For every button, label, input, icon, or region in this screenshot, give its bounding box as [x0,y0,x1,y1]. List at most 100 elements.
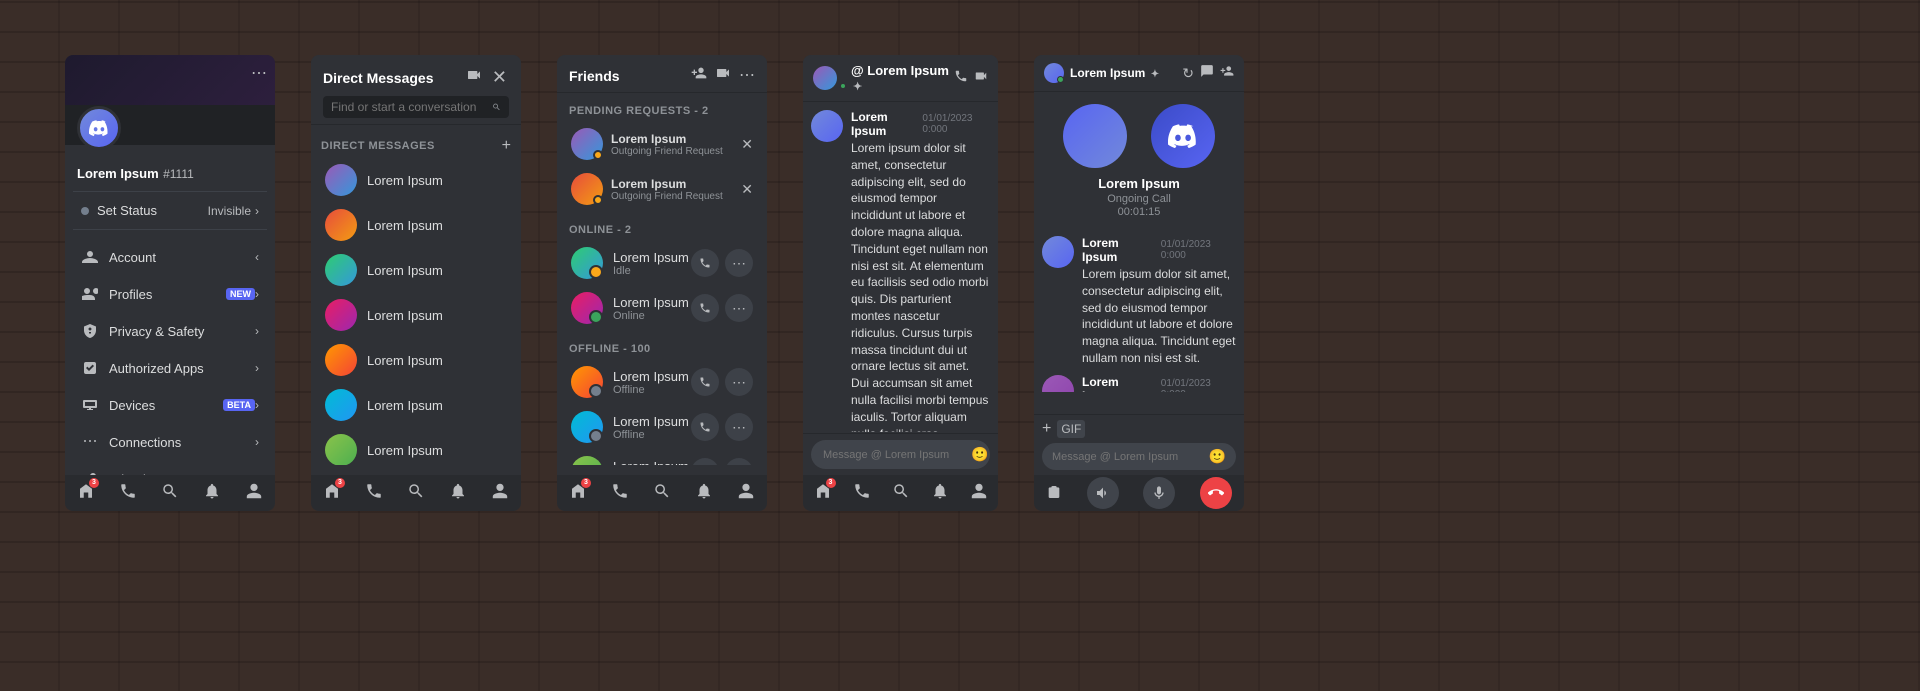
pending-item[interactable]: Lorem Ipsum Outgoing Friend Request ✕ [561,167,763,211]
dm-panel: Direct Messages ✕ Direct Messages [311,55,521,511]
close-pending-icon[interactable]: ✕ [741,136,753,153]
badge: 3 [335,478,345,488]
dm-search-bar[interactable] [323,96,509,118]
end-call-button[interactable] [1200,477,1232,509]
call-screen-icon[interactable] [1046,484,1062,503]
bell-bar-icon[interactable] [449,482,467,505]
call-friend-button[interactable] [691,458,719,465]
call-input-bar[interactable]: 🙂 [1042,443,1236,470]
dm-item[interactable]: Lorem Ipsum [315,383,517,427]
badge: 3 [826,478,836,488]
sidebar-item-account[interactable]: Account ‹ [69,239,271,275]
dm-item[interactable]: Lorem Ipsum [315,428,517,465]
call-timer: 00:01:15 [1118,206,1161,218]
chat-header-avatar [813,66,837,90]
privacy-label: Privacy & Safety [109,324,255,339]
sidebar-item-profiles[interactable]: Profiles NEW › [69,276,271,312]
more-friend-button[interactable]: ⋯ [725,368,753,396]
video-header-icon[interactable] [974,69,988,88]
person-bar-icon[interactable] [491,482,509,505]
friend-item[interactable]: Lorem Ipsum Online ⋯ [561,286,763,330]
call-gif-icon[interactable]: GIF [1057,420,1085,438]
sidebar-item-authorized-apps[interactable]: Authorized Apps › [69,350,271,386]
chevron-icon: › [255,287,259,301]
bell-bar-icon[interactable] [203,482,221,505]
person-bar-icon[interactable] [737,482,755,505]
person-bar-icon[interactable] [245,482,263,505]
call-message-input[interactable] [1052,451,1209,463]
search-bar-icon[interactable] [407,482,425,505]
friend-item[interactable]: Lorem Ipsum Idle ⋯ [561,241,763,285]
dm-item[interactable]: Lorem Ipsum [315,158,517,202]
close-pending-icon[interactable]: ✕ [741,181,753,198]
add-friend-icon[interactable] [691,65,707,86]
call-friend-button[interactable] [691,294,719,322]
call-emoji-icon[interactable]: 🙂 [1209,448,1226,465]
friends-more-icon[interactable]: ⋯ [739,65,755,86]
more-options-button[interactable]: ⋯ [251,63,267,83]
mic-button[interactable] [1143,477,1175,509]
sidebar-item-connections[interactable]: Connections › [69,424,271,460]
search-bar-icon[interactable] [892,482,910,505]
phone-bar-icon[interactable] [611,482,629,505]
friend-status: Online [613,310,691,322]
call-add-user-icon[interactable] [1220,64,1234,83]
dm-search-input[interactable] [331,100,486,114]
more-friend-button[interactable]: ⋯ [725,249,753,277]
speaker-button[interactable] [1087,477,1119,509]
dm-section-label: Direct Messages [321,140,435,152]
pending-item[interactable]: Lorem Ipsum Outgoing Friend Request ✕ [561,122,763,166]
dm-username: Lorem Ipsum [367,218,443,233]
profiles-label: Profiles [109,287,222,302]
more-friend-button[interactable]: ⋯ [725,458,753,465]
video-icon[interactable] [464,65,484,90]
friend-avatar [571,292,603,324]
home-bar-icon[interactable]: 3 [814,482,832,505]
set-status-item[interactable]: Set Status Invisible › [69,196,271,225]
friends-title: Friends [569,68,620,84]
call-chat-icon[interactable] [1200,64,1214,83]
dm-item[interactable]: Lorem Ipsum [315,338,517,382]
phone-bar-icon[interactable] [853,482,871,505]
more-friend-button[interactable]: ⋯ [725,413,753,441]
dm-item[interactable]: Lorem Ipsum [315,248,517,292]
call-friend-button[interactable] [691,413,719,441]
add-dm-button[interactable]: + [502,137,511,155]
add-dm-icon[interactable]: ✕ [490,65,509,90]
more-friend-button[interactable]: ⋯ [725,294,753,322]
chevron-icon: › [255,204,259,218]
chevron-icon: › [255,324,259,338]
call-chat-messages: Lorem Ipsum 01/01/2023 0:000 Lorem ipsum… [1034,232,1244,392]
search-bar-icon[interactable] [161,482,179,505]
home-bar-icon[interactable]: 3 [569,482,587,505]
call-add-icon[interactable]: + [1042,420,1051,438]
phone-bar-icon[interactable] [119,482,137,505]
chat-message-input[interactable] [823,449,965,461]
dm-item[interactable]: Lorem Ipsum [315,203,517,247]
chat-input-bar[interactable]: 🙂 [811,440,990,469]
friend-item[interactable]: Lorem Ipsum Offline ⋯ [561,405,763,449]
friends-video-icon[interactable] [715,65,731,86]
call-refresh-icon[interactable]: ↻ [1182,65,1194,82]
friend-item[interactable]: Lorem Ipsum Offline ⋯ [561,450,763,465]
phone-bar-icon[interactable] [365,482,383,505]
message-avatar [811,110,843,142]
dm-item[interactable]: Lorem Ipsum [315,293,517,337]
friend-item[interactable]: Lorem Ipsum Offline ⋯ [561,360,763,404]
search-bar-icon[interactable] [653,482,671,505]
person-bar-icon[interactable] [970,482,988,505]
phone-header-icon[interactable] [954,69,968,88]
emoji-icon[interactable]: 🙂 [971,446,988,463]
bell-bar-icon[interactable] [695,482,713,505]
profiles-icon [81,285,99,303]
home-bar-icon[interactable]: 3 [77,482,95,505]
dm-avatar [325,164,357,196]
sidebar-item-devices[interactable]: Devices BETA › [69,387,271,423]
call-friend-button[interactable] [691,368,719,396]
sidebar-item-privacy-safety[interactable]: Privacy & Safety › [69,313,271,349]
home-bar-icon[interactable]: 3 [323,482,341,505]
chat-header-left: @ Lorem Ipsum ✦ [813,63,954,93]
call-friend-button[interactable] [691,249,719,277]
chat-username: @ Lorem Ipsum ✦ [851,63,954,93]
bell-bar-icon[interactable] [931,482,949,505]
